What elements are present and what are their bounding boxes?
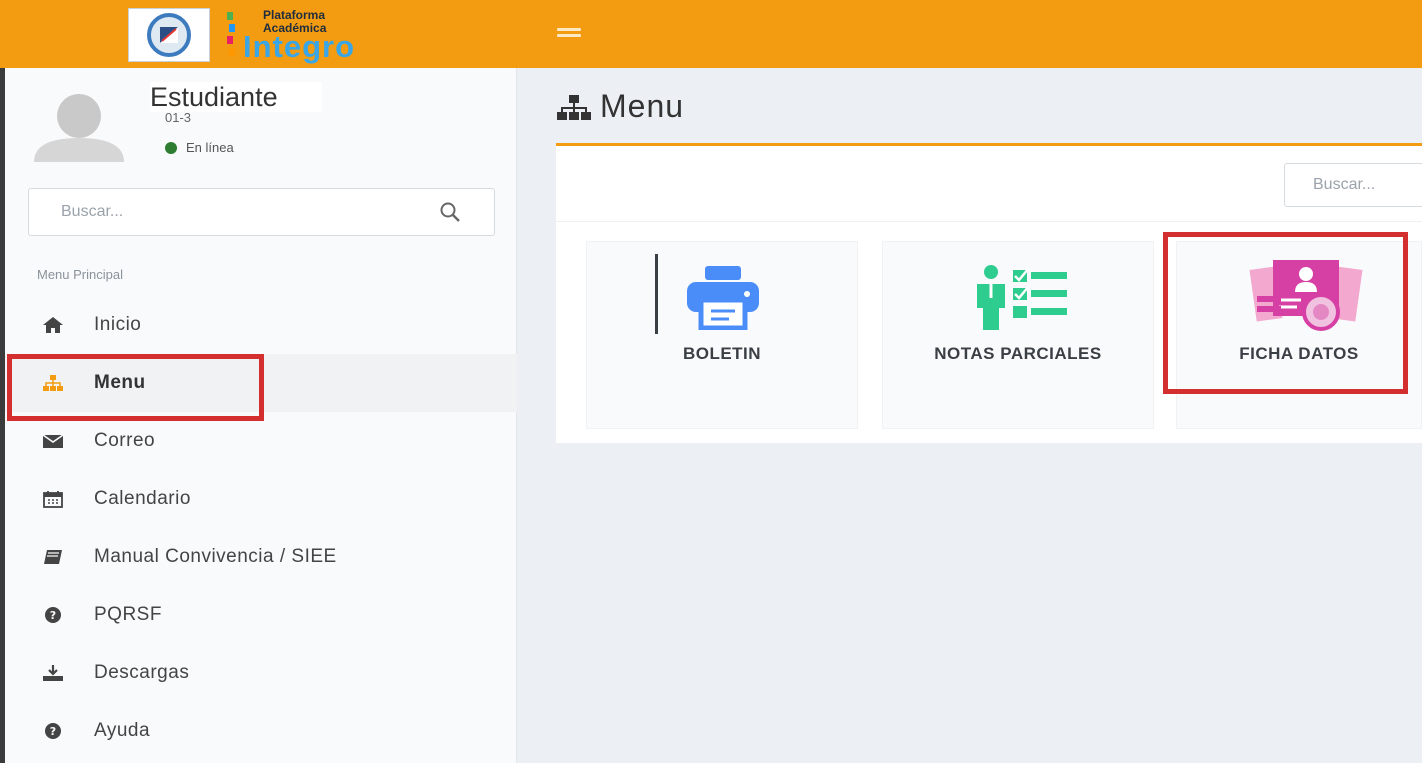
user-code: 01-3 (165, 110, 192, 125)
sidebar-item-label: PQRSF (94, 604, 162, 625)
menu-box-toolbar (556, 146, 1422, 222)
menu-search (1284, 163, 1422, 207)
sidebar-nav: Inicio Menu Correo Calendario Manual Con… (5, 296, 517, 760)
sitemap-icon (41, 373, 65, 393)
svg-text:?: ? (50, 609, 56, 622)
sidebar-search-input[interactable] (29, 189, 429, 235)
brand-mark-icon (227, 12, 235, 56)
menu-search-input[interactable] (1285, 164, 1422, 206)
sidebar-item-menu[interactable]: Menu (5, 354, 517, 412)
brand-line-1: Plataforma (263, 8, 326, 22)
tile-label: BOLETIN (682, 344, 762, 363)
printer-icon (687, 266, 759, 330)
calendar-icon (41, 489, 65, 509)
top-navbar: Plataforma Académica Integro (0, 0, 1422, 68)
sidebar-item-ayuda[interactable]: ? Ayuda (5, 702, 517, 760)
tile-ficha-datos[interactable]: FICHA DATOS (1176, 241, 1422, 429)
sidebar-item-calendario[interactable]: Calendario (5, 470, 517, 528)
school-crest-logo (128, 8, 210, 62)
sidebar-search (28, 188, 495, 236)
sidebar-item-label: Ayuda (94, 720, 151, 741)
platform-brand: Plataforma Académica Integro (225, 6, 410, 62)
question-circle-icon: ? (41, 721, 65, 741)
content-header: Menu (556, 88, 684, 125)
tile-divider (655, 254, 658, 334)
sidebar-toggle-icon[interactable] (557, 28, 581, 42)
sidebar-item-label: Descargas (94, 662, 190, 683)
book-icon (41, 547, 65, 567)
sidebar-item-pqrsf[interactable]: ? PQRSF (5, 586, 517, 644)
online-status-icon (165, 141, 177, 154)
student-grades-icon (977, 265, 1067, 330)
user-status-label: En línea (186, 140, 234, 155)
data-sheet-icon (1249, 260, 1363, 331)
user-name: Estudiante (150, 82, 322, 112)
menu-box: BOLETIN NOTAS PARCIALES (556, 143, 1422, 443)
brand-name: Integro (243, 29, 356, 64)
download-icon (41, 663, 65, 683)
page-title: Menu (600, 88, 685, 124)
svg-text:?: ? (50, 725, 56, 738)
sidebar-item-label: Correo (94, 430, 156, 451)
envelope-icon (41, 431, 65, 451)
user-panel: Estudiante 01-3 En línea (5, 68, 517, 178)
logo-area[interactable]: Plataforma Académica Integro (5, 0, 517, 68)
tile-label: NOTAS PARCIALES (934, 344, 1102, 363)
sidebar-item-correo[interactable]: Correo (5, 412, 517, 470)
sidebar: Estudiante 01-3 En línea Menu Principal … (5, 68, 517, 763)
question-circle-icon: ? (41, 605, 65, 625)
menu-header: Menu Principal (37, 267, 123, 282)
sidebar-item-label: Calendario (94, 488, 191, 509)
tile-boletin[interactable]: BOLETIN (586, 241, 858, 429)
user-status: En línea (165, 140, 234, 155)
sidebar-item-label: Manual Convivencia / SIEE (94, 546, 337, 567)
sitemap-icon (557, 94, 591, 120)
sidebar-item-label: Inicio (94, 314, 142, 335)
sidebar-item-manual-convivencia[interactable]: Manual Convivencia / SIEE (5, 528, 517, 586)
search-icon[interactable] (439, 201, 461, 223)
sidebar-item-label: Menu (94, 372, 146, 393)
tile-label: FICHA DATOS (1239, 344, 1359, 363)
home-icon (41, 315, 65, 335)
sidebar-item-descargas[interactable]: Descargas (5, 644, 517, 702)
tile-notas-parciales[interactable]: NOTAS PARCIALES (882, 241, 1154, 429)
sidebar-item-inicio[interactable]: Inicio (5, 296, 517, 354)
avatar (34, 94, 124, 162)
